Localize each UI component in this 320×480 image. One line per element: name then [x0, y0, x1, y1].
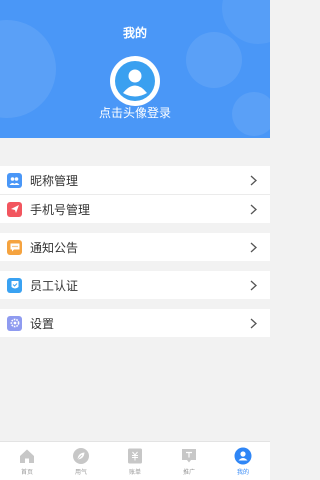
- chevron-right-icon: [250, 318, 257, 328]
- message-icon: [7, 239, 22, 255]
- menu-item-notices[interactable]: 通知公告: [0, 233, 270, 261]
- tab-mine[interactable]: 我的: [216, 442, 270, 480]
- promote-icon: [182, 449, 196, 463]
- menu-item-label: 手机号管理: [30, 202, 91, 217]
- bottom-tab-bar: 首页 用气 账单 推广 我的: [0, 441, 270, 480]
- chevron-right-icon: [250, 175, 257, 185]
- user-avatar-icon: [115, 61, 155, 101]
- user-icon: [234, 447, 252, 465]
- menu-item-label: 昵称管理: [30, 173, 79, 188]
- tab-label: 我的: [236, 469, 249, 476]
- profile-header: 我的 点击头像登录: [0, 0, 270, 138]
- tab-label: 推广: [182, 469, 195, 476]
- tab-label: 用气: [74, 469, 87, 476]
- chevron-right-icon: [250, 280, 257, 290]
- tab-promote[interactable]: 推广: [162, 442, 216, 480]
- menu-item-staff-verify[interactable]: 员工认证: [0, 271, 270, 299]
- menu-item-phone[interactable]: 手机号管理: [0, 195, 270, 223]
- login-prompt[interactable]: 点击头像登录: [0, 104, 270, 121]
- tab-gas-usage[interactable]: 用气: [54, 442, 108, 480]
- menu-item-settings[interactable]: 设置: [0, 309, 270, 337]
- tab-label: 账单: [128, 469, 141, 476]
- contacts-icon: [7, 172, 22, 188]
- tab-bill[interactable]: 账单: [108, 442, 162, 480]
- bill-icon: [128, 448, 142, 464]
- home-icon: [20, 449, 34, 463]
- gear-icon: [7, 315, 22, 331]
- tab-label: 首页: [20, 469, 33, 476]
- avatar-button[interactable]: [110, 56, 160, 106]
- menu-item-label: 通知公告: [30, 240, 79, 255]
- chevron-right-icon: [250, 242, 257, 252]
- menu-item-nickname[interactable]: 昵称管理: [0, 166, 270, 194]
- leaf-icon: [73, 448, 89, 464]
- verify-icon: [7, 277, 22, 293]
- menu-item-label: 员工认证: [30, 278, 79, 293]
- menu-item-label: 设置: [30, 316, 55, 331]
- tab-home[interactable]: 首页: [0, 442, 54, 480]
- chevron-right-icon: [250, 204, 257, 214]
- page-title: 我的: [122, 26, 147, 40]
- send-icon: [7, 201, 22, 217]
